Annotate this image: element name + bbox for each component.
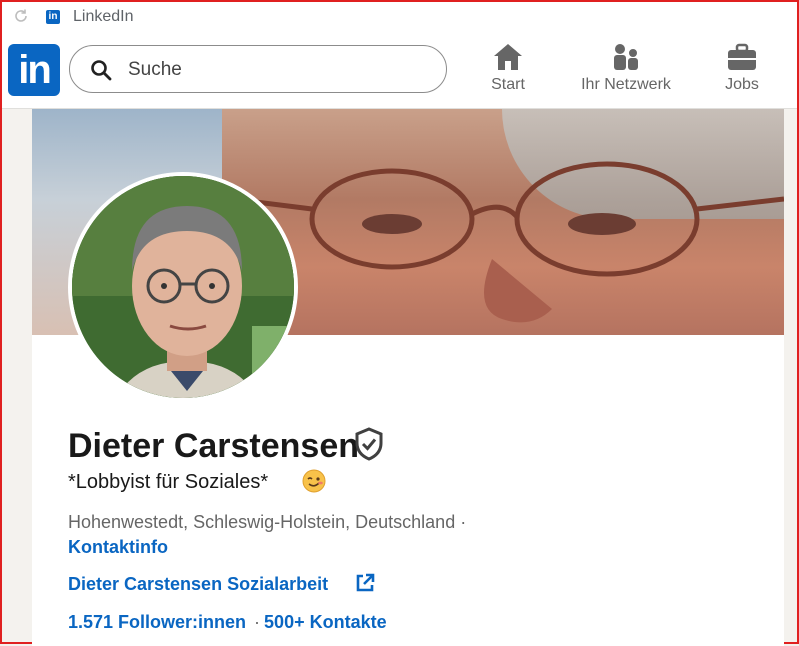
contact-info-link[interactable]: Kontaktinfo bbox=[68, 537, 168, 558]
reload-icon[interactable] bbox=[13, 8, 29, 24]
website-link[interactable]: Dieter Carstensen Sozialarbeit bbox=[68, 574, 328, 595]
search-box[interactable] bbox=[69, 45, 447, 93]
stats-separator: · bbox=[254, 612, 261, 632]
top-navbar: in Start Ihr Netzwerk Jobs bbox=[2, 34, 797, 109]
tab-title[interactable]: LinkedIn bbox=[73, 8, 134, 26]
nav-item-network[interactable]: Ihr Netzwerk bbox=[574, 42, 678, 102]
profile-card: Dieter Carstensen *Lobbyist für Soziales… bbox=[32, 109, 784, 646]
followers-link[interactable]: 1.571 Follower:innen bbox=[68, 612, 246, 632]
winking-face-emoji-icon bbox=[302, 469, 326, 493]
search-input[interactable] bbox=[126, 54, 430, 86]
verified-shield-icon[interactable] bbox=[354, 427, 384, 461]
linkedin-favicon: in bbox=[46, 10, 60, 24]
browser-tab-bar: in LinkedIn bbox=[2, 2, 797, 34]
profile-stats: 1.571 Follower:innen · 500+ Kontakte bbox=[68, 612, 387, 633]
profile-name: Dieter Carstensen bbox=[68, 427, 360, 465]
nav-label-start: Start bbox=[491, 76, 525, 93]
search-icon bbox=[91, 60, 112, 81]
profile-location: Hohenwestedt, Schleswig-Holstein, Deutsc… bbox=[68, 512, 467, 532]
profile-headline: *Lobbyist für Soziales* bbox=[68, 471, 269, 493]
linkedin-logo[interactable]: in bbox=[8, 44, 60, 96]
briefcase-icon bbox=[728, 43, 756, 70]
nav-item-start[interactable]: Start bbox=[486, 42, 530, 102]
nav-label-network: Ihr Netzwerk bbox=[581, 76, 671, 93]
nav-label-jobs: Jobs bbox=[725, 76, 759, 93]
profile-avatar[interactable] bbox=[68, 172, 298, 402]
network-icon bbox=[614, 44, 638, 70]
connections-link[interactable]: 500+ Kontakte bbox=[264, 612, 387, 632]
nav-item-jobs[interactable]: Jobs bbox=[720, 42, 764, 102]
home-icon bbox=[494, 44, 522, 70]
external-link-icon[interactable] bbox=[354, 572, 376, 594]
